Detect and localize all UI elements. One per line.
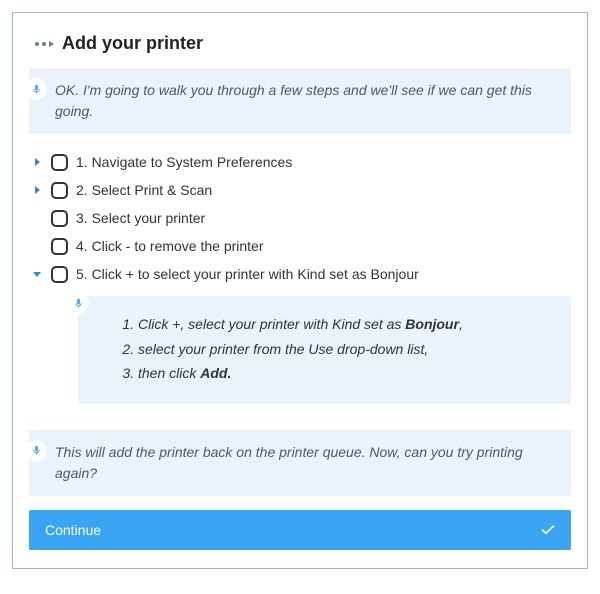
check-icon — [541, 525, 555, 535]
chevron-right-icon — [35, 186, 40, 194]
steps-icon — [35, 41, 54, 47]
step-item[interactable]: 5. Click + to select your printer with K… — [31, 260, 571, 288]
step-checkbox[interactable] — [51, 182, 68, 199]
chevron-down-icon — [33, 272, 41, 277]
expand-toggle[interactable] — [31, 272, 43, 277]
step-list: 1. Navigate to System Preferences 2. Sel… — [31, 148, 571, 288]
step-checkbox[interactable] — [51, 210, 68, 227]
intro-bubble: OK. I'm going to walk you through a few … — [29, 68, 571, 134]
outro-text: This will add the printer back on the pr… — [55, 442, 557, 484]
step-item[interactable]: 3. Select your printer — [31, 204, 571, 232]
continue-button[interactable]: Continue — [29, 510, 571, 550]
mic-icon — [25, 78, 47, 100]
chevron-right-icon — [35, 158, 40, 166]
step-item[interactable]: 1. Navigate to System Preferences — [31, 148, 571, 176]
substep-bubble: Click +, select your printer with Kind s… — [78, 296, 571, 404]
outro-bubble: This will add the printer back on the pr… — [29, 430, 571, 496]
step-item[interactable]: 2. Select Print & Scan — [31, 176, 571, 204]
step-checkbox[interactable] — [51, 266, 68, 283]
step-label: 2. Select Print & Scan — [76, 182, 212, 198]
substep-item: then click Add. — [138, 361, 553, 386]
mic-icon — [25, 440, 47, 462]
step-label: 5. Click + to select your printer with K… — [76, 266, 419, 282]
step-label: 3. Select your printer — [76, 210, 205, 226]
step-label: 4. Click - to remove the printer — [76, 238, 264, 254]
step-checkbox[interactable] — [51, 154, 68, 171]
substep-container: Click +, select your printer with Kind s… — [67, 296, 571, 404]
substep-item: select your printer from the Use drop-do… — [138, 337, 553, 362]
step-item[interactable]: 4. Click - to remove the printer — [31, 232, 571, 260]
guide-panel: Add your printer OK. I'm going to walk y… — [12, 12, 588, 569]
page-title: Add your printer — [62, 33, 203, 54]
intro-text: OK. I'm going to walk you through a few … — [55, 80, 557, 122]
expand-toggle[interactable] — [31, 158, 43, 166]
step-label: 1. Navigate to System Preferences — [76, 154, 292, 170]
step-checkbox[interactable] — [51, 238, 68, 255]
substep-item: Click +, select your printer with Kind s… — [138, 312, 553, 337]
continue-label: Continue — [45, 522, 101, 538]
expand-toggle[interactable] — [31, 186, 43, 194]
mic-icon — [67, 292, 89, 314]
title-row: Add your printer — [35, 33, 571, 54]
substep-list: Click +, select your printer with Kind s… — [120, 312, 553, 386]
